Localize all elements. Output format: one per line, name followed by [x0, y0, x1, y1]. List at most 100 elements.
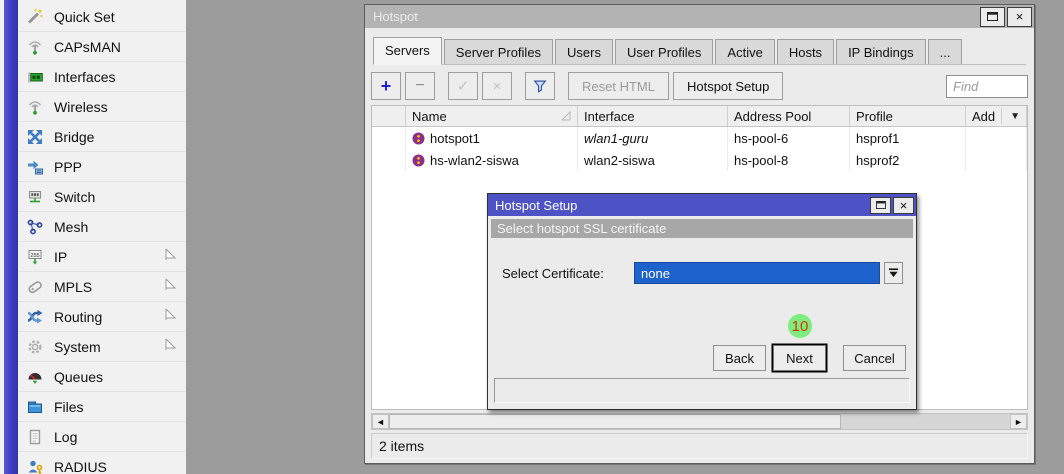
reset-html-button[interactable]: Reset HTML	[568, 72, 669, 100]
dialog-status-panel	[494, 378, 910, 403]
filter-button[interactable]	[525, 72, 555, 100]
sidebar-item-system[interactable]: System	[18, 332, 186, 362]
header-interface[interactable]: Interface	[578, 106, 728, 126]
remove-button[interactable]: −	[405, 72, 435, 100]
log-document-icon	[25, 427, 45, 447]
table-header: Name Interface Address Pool Profile Add▼	[372, 106, 1027, 127]
header-select-column[interactable]	[372, 106, 406, 126]
sidebar-item-mesh[interactable]: Mesh	[18, 212, 186, 242]
enable-button[interactable]: ✓	[448, 72, 478, 100]
sidebar-item-ppp[interactable]: PPP	[18, 152, 186, 182]
scroll-right-icon: ►	[1014, 417, 1023, 427]
scroll-right-button[interactable]: ►	[1010, 414, 1027, 429]
sidebar-item-label: CAPsMAN	[54, 39, 121, 55]
plus-icon: +	[381, 77, 392, 95]
sidebar-item-label: Routing	[54, 309, 102, 325]
sidebar-menu: Quick Set CAPsMAN Interfaces Wireless Br…	[18, 2, 186, 474]
table-row[interactable]: hs-wlan2-siswa wlan2-siswa hs-pool-8 hsp…	[372, 149, 1027, 171]
tab-users[interactable]: Users	[555, 39, 613, 64]
tab-active[interactable]: Active	[715, 39, 774, 64]
cell-address-pool: hs-pool-8	[728, 149, 850, 171]
sidebar-item-capsman[interactable]: CAPsMAN	[18, 32, 186, 62]
submenu-arrow-icon	[165, 338, 176, 356]
sidebar-item-ip[interactable]: 255 IP	[18, 242, 186, 272]
close-button[interactable]: ×	[1007, 7, 1032, 27]
scrollbar-track[interactable]	[841, 414, 1010, 429]
status-bar: 2 items	[371, 433, 1028, 459]
gauge-icon	[25, 367, 45, 387]
minus-icon: −	[415, 78, 424, 94]
cell-name: hotspot1	[430, 131, 480, 146]
sidebar-item-files[interactable]: Files	[18, 392, 186, 422]
sidebar-item-quick-set[interactable]: Quick Set	[18, 2, 186, 32]
hotspot-setup-button[interactable]: Hotspot Setup	[673, 72, 783, 100]
tab-bar: Servers Server Profiles Users User Profi…	[373, 35, 1026, 65]
sidebar-item-label: IP	[54, 249, 67, 265]
sidebar-item-label: System	[54, 339, 101, 355]
header-address-pool[interactable]: Address Pool	[728, 106, 850, 126]
find-input[interactable]	[946, 75, 1028, 98]
sidebar-item-label: Queues	[54, 369, 103, 385]
switch-icon	[25, 187, 45, 207]
tab-servers[interactable]: Servers	[373, 37, 442, 65]
next-button[interactable]: Next	[773, 345, 826, 371]
disable-button[interactable]: ×	[482, 72, 512, 100]
maximize-button[interactable]	[980, 7, 1005, 27]
bridge-arrows-icon	[25, 127, 45, 147]
sidebar-item-radius[interactable]: RADIUS	[18, 452, 186, 474]
header-name[interactable]: Name	[406, 106, 578, 126]
sidebar-item-label: Quick Set	[54, 9, 115, 25]
antenna-icon	[25, 37, 45, 57]
wizard-step-banner: Select hotspot SSL certificate	[491, 219, 913, 238]
antenna-icon	[25, 97, 45, 117]
back-button[interactable]: Back	[713, 345, 766, 371]
header-profile[interactable]: Profile	[850, 106, 966, 126]
tab-overflow[interactable]: ...	[928, 39, 963, 64]
window-title: Hotspot	[373, 9, 418, 24]
hotspot-server-icon	[412, 154, 425, 167]
certificate-combobox[interactable]: none	[634, 262, 880, 284]
sidebar-item-log[interactable]: Log	[18, 422, 186, 452]
add-button[interactable]: +	[371, 72, 401, 100]
dialog-maximize-button[interactable]	[870, 197, 891, 214]
scroll-left-button[interactable]: ◄	[372, 414, 389, 429]
sidebar-item-label: RADIUS	[54, 459, 107, 474]
hotspot-window-titlebar[interactable]: Hotspot ×	[365, 5, 1034, 28]
magic-wand-icon	[25, 7, 45, 27]
sidebar-item-queues[interactable]: Queues	[18, 362, 186, 392]
submenu-arrow-icon	[165, 248, 176, 266]
dialog-titlebar[interactable]: Hotspot Setup ×	[488, 194, 916, 216]
routing-arrows-icon	[25, 307, 45, 327]
sidebar-item-wireless[interactable]: Wireless	[18, 92, 186, 122]
item-count: 2 items	[379, 438, 424, 454]
cell-interface: wlan2-siswa	[578, 149, 728, 171]
sidebar-item-mpls[interactable]: MPLS	[18, 272, 186, 302]
dialog-close-button[interactable]: ×	[893, 197, 914, 214]
certificate-dropdown-button[interactable]	[884, 262, 903, 284]
table-row[interactable]: hotspot1 wlan1-guru hs-pool-6 hsprof1	[372, 127, 1027, 149]
gear-icon	[25, 337, 45, 357]
header-add[interactable]: Add▼	[966, 106, 1027, 126]
tab-ip-bindings[interactable]: IP Bindings	[836, 39, 926, 64]
ppp-icon	[25, 157, 45, 177]
sidebar-item-switch[interactable]: Switch	[18, 182, 186, 212]
tab-hosts[interactable]: Hosts	[777, 39, 834, 64]
chevron-down-icon[interactable]: ▼	[1001, 108, 1020, 124]
sidebar-item-label: PPP	[54, 159, 82, 175]
close-icon: ×	[900, 198, 908, 213]
sidebar-item-interfaces[interactable]: Interfaces	[18, 62, 186, 92]
check-icon: ✓	[457, 79, 470, 94]
sidebar-item-label: Wireless	[54, 99, 108, 115]
tab-server-profiles[interactable]: Server Profiles	[444, 39, 553, 64]
sidebar-item-label: MPLS	[54, 279, 92, 295]
sidebar-item-routing[interactable]: Routing	[18, 302, 186, 332]
sort-ascending-icon	[561, 109, 571, 124]
sidebar-item-bridge[interactable]: Bridge	[18, 122, 186, 152]
cancel-button[interactable]: Cancel	[843, 345, 906, 371]
scrollbar-thumb[interactable]	[389, 414, 841, 429]
cross-icon: ×	[493, 79, 502, 94]
hotspot-server-icon	[412, 132, 425, 145]
tab-user-profiles[interactable]: User Profiles	[615, 39, 713, 64]
folder-icon	[25, 397, 45, 417]
cell-address-pool: hs-pool-6	[728, 127, 850, 149]
